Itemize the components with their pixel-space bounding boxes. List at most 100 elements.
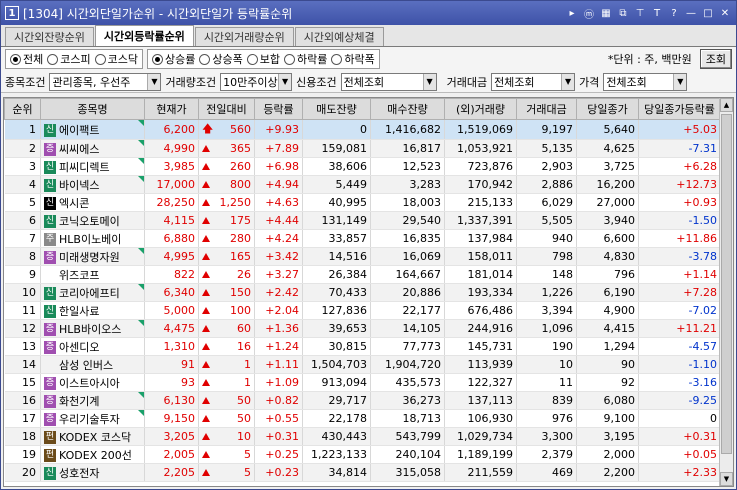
stock-name-cell[interactable]: 신 에이팩트 — [40, 119, 145, 140]
stock-name-cell[interactable]: 삼성 인버스 — [40, 355, 145, 374]
table-row[interactable]: 13 증 아센디오 1,310 16 +1.24 30,815 77,773 145,731 19… — [4, 337, 721, 356]
direction-radio-0[interactable]: 상승률 — [152, 51, 195, 67]
table-row[interactable]: 14 삼성 인버스 91 1 +1.11 1,504,703 1,904,720 113,93… — [4, 355, 721, 374]
table-row[interactable]: 8 증 미래생명자원 4,995 165 +3.42 14,516 16,069 158,011… — [4, 247, 721, 266]
pin-icon[interactable]: ⊤ — [633, 6, 647, 20]
close-rate-cell: -3.16 — [638, 373, 721, 392]
column-header-3[interactable]: 전일대비 — [198, 98, 255, 120]
amount-condition-select[interactable]: 전체조회 ▼ — [491, 72, 576, 91]
stock-name-cell[interactable]: 증 아센디오 — [40, 337, 145, 356]
table-row[interactable]: 7 주 HLB이노베이 6,880 280 +4.24 33,857 16,835 137,98… — [4, 229, 721, 248]
table-row[interactable]: 10 신 코리아에프티 6,340 150 +2.42 70,433 20,886 193,33… — [4, 283, 721, 302]
close-icon[interactable]: ✕ — [718, 6, 732, 20]
radio-dot-icon[interactable] — [94, 53, 106, 65]
table-row[interactable]: 6 신 코닉오토메이 4,115 175 +4.44 131,149 29,540 1,337,… — [4, 211, 721, 230]
table-row[interactable]: 1 신 에이팩트 6,200 🡅 560 +9.93 0 1,416,682 1,519,069 9… — [4, 119, 721, 140]
minimize-icon[interactable]: — — [684, 6, 698, 20]
copy-icon[interactable]: ⧉ — [616, 6, 630, 20]
table-row[interactable]: 18 펀 KODEX 코스닥 3,205 10 +0.31 430,443 543,799 1,… — [4, 427, 721, 446]
column-header-4[interactable]: 등락률 — [254, 98, 303, 120]
chevron-down-icon[interactable]: ▼ — [278, 73, 292, 90]
column-header-9[interactable]: 당일종가 — [576, 98, 639, 120]
rate-cell: +9.93 — [254, 119, 303, 140]
stock-name-cell[interactable]: 신 성호전자 — [40, 463, 145, 482]
radio-dot-icon[interactable] — [47, 53, 59, 65]
stock-name-cell[interactable]: 증 씨씨에스 — [40, 139, 145, 158]
table-row[interactable]: 5 신 엑시콘 28,250 1,250 +4.63 40,995 18,003 215,133… — [4, 193, 721, 212]
volume-condition-select[interactable]: 10만주이상 ▼ — [220, 72, 293, 91]
stock-name-cell[interactable]: 주 HLB이노베이 — [40, 229, 145, 248]
scroll-up-icon[interactable]: ▲ — [720, 98, 733, 112]
stock-name-cell[interactable]: 증 미래생명자원 — [40, 247, 145, 266]
tab-2[interactable]: 시간외거래량순위 — [194, 27, 294, 46]
scroll-down-icon[interactable]: ▼ — [720, 472, 733, 486]
direction-radio-1[interactable]: 상승폭 — [199, 51, 243, 67]
chevron-down-icon[interactable]: ▼ — [561, 73, 575, 90]
scroll-thumb[interactable] — [721, 114, 732, 454]
tab-1[interactable]: 시간외등락률순위 — [94, 25, 194, 46]
tab-0[interactable]: 시간외잔량순위 — [5, 27, 94, 46]
column-header-7[interactable]: (외)거래량 — [444, 98, 517, 120]
credit-condition-select[interactable]: 전체조회 ▼ — [340, 72, 437, 91]
table-row[interactable]: 11 신 한일사료 5,000 100 +2.04 127,836 22,177 676,486… — [4, 301, 721, 320]
stock-badge: 펀 — [44, 449, 56, 462]
radio-dot-icon[interactable] — [10, 53, 21, 65]
m-icon[interactable]: ⓜ — [582, 6, 596, 21]
menu-icon[interactable]: ▸ — [565, 6, 579, 20]
stock-name-cell[interactable]: 위즈코프 — [40, 265, 145, 284]
column-header-10[interactable]: 당일종가등락률 — [638, 98, 721, 120]
table-row[interactable]: 2 증 씨씨에스 4,990 365 +7.89 159,081 16,817 1,053,92… — [4, 139, 721, 158]
stock-name-cell[interactable]: 신 엑시콘 — [40, 193, 145, 212]
stock-name-cell[interactable]: 펀 KODEX 코스닥 — [40, 427, 145, 446]
radio-dot-icon[interactable] — [331, 53, 343, 65]
stock-name-cell[interactable]: 신 바이넥스 — [40, 175, 145, 194]
market-radio-0[interactable]: 전체 — [10, 51, 43, 67]
table-row[interactable]: 19 펀 KODEX 200선 2,005 5 +0.25 1,223,133 240,104… — [4, 445, 721, 464]
title-bar[interactable]: 1 [1304] 시간외단일가순위 - 시간외단일가 등락률순위 ▸ ⓜ ▦ ⧉… — [1, 1, 736, 25]
stock-name-cell[interactable]: 신 코닉오토메이 — [40, 211, 145, 230]
help-icon[interactable]: ? — [667, 6, 681, 20]
vertical-scrollbar[interactable]: ▲ ▼ — [719, 98, 733, 486]
table-row[interactable]: 20 신 성호전자 2,205 5 +0.23 34,814 315,058 211,559 46… — [4, 463, 721, 482]
chevron-down-icon[interactable]: ▼ — [673, 73, 687, 90]
maximize-icon[interactable]: □ — [701, 6, 715, 20]
price-condition-select[interactable]: 전체조회 ▼ — [603, 72, 688, 91]
column-header-8[interactable]: 거래대금 — [516, 98, 577, 120]
table-row[interactable]: 16 증 화천기계 6,130 50 +0.82 29,717 36,273 137,113 83… — [4, 391, 721, 410]
radio-dot-icon[interactable] — [152, 53, 163, 65]
table-row[interactable]: 15 증 이스트아시아 93 1 +1.09 913,094 435,573 122,327 11… — [4, 373, 721, 392]
table-row[interactable]: 12 증 HLB바이오스 4,475 60 +1.36 39,653 14,105 244,91… — [4, 319, 721, 338]
column-header-1[interactable]: 종목명 — [40, 98, 145, 120]
radio-dot-icon[interactable] — [246, 53, 258, 65]
tab-3[interactable]: 시간외예상체결 — [294, 27, 384, 46]
stock-name-cell[interactable]: 증 우리기술투자 — [40, 409, 145, 428]
radio-dot-icon[interactable] — [199, 53, 211, 65]
stock-name-cell[interactable]: 신 한일사료 — [40, 301, 145, 320]
table-row[interactable]: 4 신 바이넥스 17,000 800 +4.94 5,449 3,283 170,942 2,8… — [4, 175, 721, 194]
font-icon[interactable]: T — [650, 6, 664, 20]
stock-name-cell[interactable]: 증 이스트아시아 — [40, 373, 145, 392]
stock-name-cell[interactable]: 신 코리아에프티 — [40, 283, 145, 302]
table-row[interactable]: 3 신 피씨디렉트 3,985 260 +6.98 38,606 12,523 723,876 2… — [4, 157, 721, 176]
stock-name-cell[interactable]: 증 화천기계 — [40, 391, 145, 410]
direction-radio-2[interactable]: 보합 — [246, 51, 280, 67]
market-radio-1[interactable]: 코스피 — [47, 51, 91, 67]
item-condition-select[interactable]: 관리종목, 우선주 ▼ — [49, 72, 162, 91]
market-radio-2[interactable]: 코스닥 — [94, 51, 138, 67]
column-header-0[interactable]: 순위 — [4, 98, 41, 120]
table-row[interactable]: 9 위즈코프 822 26 +3.27 26,384 164,667 181,014 148 79… — [4, 265, 721, 284]
direction-radio-3[interactable]: 하락률 — [284, 51, 327, 67]
column-header-6[interactable]: 매수잔량 — [370, 98, 445, 120]
stock-name-cell[interactable]: 신 피씨디렉트 — [40, 157, 145, 176]
column-header-5[interactable]: 매도잔량 — [302, 98, 371, 120]
lookup-button[interactable]: 조회 — [699, 49, 732, 69]
direction-radio-4[interactable]: 하락폭 — [331, 51, 375, 67]
radio-dot-icon[interactable] — [284, 53, 295, 65]
column-header-2[interactable]: 현재가 — [144, 98, 199, 120]
layout-icon[interactable]: ▦ — [599, 6, 613, 20]
chevron-down-icon[interactable]: ▼ — [147, 73, 161, 90]
stock-name-cell[interactable]: 펀 KODEX 200선 — [40, 445, 145, 464]
table-row[interactable]: 17 증 우리기술투자 9,150 50 +0.55 22,178 18,713 106,930… — [4, 409, 721, 428]
chevron-down-icon[interactable]: ▼ — [422, 73, 436, 90]
stock-name-cell[interactable]: 증 HLB바이오스 — [40, 319, 145, 338]
